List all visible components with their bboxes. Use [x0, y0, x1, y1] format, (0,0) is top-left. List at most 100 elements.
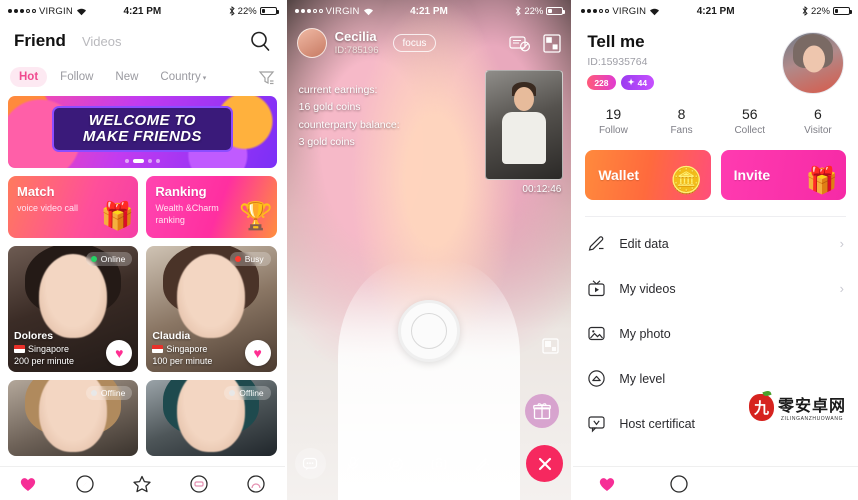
panel-friends: VIRGIN 4:21 PM 22% Friend Videos Hot Fol…: [0, 0, 285, 500]
clock-label: 4:21 PM: [410, 5, 448, 17]
face-shape: [803, 45, 826, 73]
camera-off-icon[interactable]: [380, 448, 412, 479]
search-icon[interactable]: [249, 30, 271, 52]
stat-label: Visitor: [804, 125, 832, 136]
clock-label: 4:21 PM: [696, 5, 735, 17]
user-location: Singapore: [14, 343, 74, 355]
status-badge: Busy: [229, 252, 271, 266]
heart-icon[interactable]: [18, 474, 38, 494]
caller-name: Cecilia: [334, 29, 377, 45]
user-card[interactable]: Offline: [8, 380, 139, 456]
banner-line-2: MAKE FRIENDS: [82, 128, 202, 145]
videos-tab[interactable]: Videos: [82, 34, 122, 49]
beauty-effects-icon[interactable]: [466, 448, 498, 479]
compass-icon[interactable]: [75, 474, 95, 494]
tab-new[interactable]: New: [106, 67, 147, 87]
level-badge-value: 228: [594, 77, 609, 88]
bottom-tab-bar: [0, 466, 285, 500]
status-label: Online: [100, 254, 126, 264]
avatar[interactable]: [296, 28, 327, 58]
status-dot: [90, 256, 97, 262]
profile-identity: Tell me ID:15935764 228 ✦ 44: [587, 32, 655, 94]
stat-value: 19: [605, 106, 622, 122]
country-label: Singapore: [28, 343, 70, 354]
menu-item-my-photo[interactable]: My photo: [587, 311, 844, 356]
gift-icon: 🎁: [805, 165, 838, 195]
compass-icon[interactable]: [669, 474, 689, 494]
watermark-mark: 九: [748, 393, 774, 421]
tab-follow-label: Follow: [60, 71, 94, 83]
self-video-preview[interactable]: [485, 70, 564, 180]
snapshot-icon[interactable]: [542, 338, 559, 354]
clock-label: 4:21 PM: [123, 5, 162, 17]
avatar[interactable]: [781, 32, 844, 94]
stat-value: 6: [814, 106, 822, 122]
stat-fans[interactable]: 8 Fans: [647, 106, 715, 136]
friends-header: Friend Videos: [0, 22, 285, 60]
status-badge: Offline: [224, 386, 271, 400]
battery-icon: [546, 7, 566, 15]
banner-text-box: WELCOME TO MAKE FRIENDS: [52, 106, 233, 152]
status-label: Offline: [239, 388, 264, 398]
certificate-icon: [587, 414, 606, 433]
stat-label: Follow: [598, 125, 628, 136]
user-card[interactable]: Offline: [146, 380, 277, 456]
profile-action-buttons: Wallet 🪙 Invite 🎁: [573, 150, 858, 200]
watermark-cn: 零安卓网: [777, 396, 846, 415]
tab-follow[interactable]: Follow: [51, 67, 102, 87]
level-badge: 228: [587, 75, 616, 90]
user-card[interactable]: Busy Claudia Singapore 100 per minute ♥: [146, 246, 277, 372]
ranking-card[interactable]: Ranking Wealth &Charm ranking 🏆: [146, 176, 277, 238]
menu-item-edit-data[interactable]: Edit data ›: [587, 221, 844, 266]
tab-country-label: Country: [160, 71, 201, 83]
status-dot: [229, 390, 236, 396]
heart-icon[interactable]: [597, 474, 617, 494]
match-card-desc: voice video call: [17, 203, 79, 213]
tab-hot[interactable]: Hot: [10, 67, 48, 87]
face-shape: [39, 254, 108, 339]
filter-icon[interactable]: [258, 69, 275, 86]
message-icon[interactable]: [189, 474, 209, 494]
focus-button[interactable]: focus: [392, 34, 437, 52]
status-bar: VIRGIN 4:21 PM 22%: [287, 0, 572, 22]
balance-value: 3 gold coins: [298, 135, 355, 148]
tab-country[interactable]: Country ▾: [151, 67, 215, 87]
profile-stats: 19 Follow 8 Fans 56 Collect 6 Visitor: [573, 94, 858, 150]
caller-id: ID:785196: [334, 44, 379, 56]
snapshot-camera-icon[interactable]: [423, 448, 455, 479]
ranking-card-title: Ranking: [155, 184, 207, 199]
chevron-right-icon: ›: [839, 236, 844, 251]
match-card[interactable]: Match voice video call 🎁: [8, 176, 139, 238]
heart-icon[interactable]: ♥: [244, 340, 271, 366]
chat-disabled-icon[interactable]: [509, 35, 531, 52]
person-icon[interactable]: [246, 474, 266, 494]
star-icon[interactable]: [132, 474, 152, 494]
minimize-icon[interactable]: [543, 33, 561, 53]
stat-follow[interactable]: 19 Follow: [579, 106, 647, 136]
stat-visitor[interactable]: 6 Visitor: [784, 106, 852, 136]
banner-pagination[interactable]: [8, 159, 277, 163]
user-card[interactable]: Online Dolores Singapore 200 per minute …: [8, 246, 139, 372]
call-controls: [287, 445, 572, 482]
user-card-grid: Online Dolores Singapore 200 per minute …: [0, 238, 285, 456]
coins-icon: 🪙: [670, 165, 703, 195]
stat-value: 56: [741, 106, 758, 122]
user-name: Claudia: [152, 329, 191, 342]
battery-icon: [259, 7, 279, 15]
tab-new-label: New: [115, 71, 139, 83]
three-phone-screenshots: VIRGIN 4:21 PM 22% Friend Videos Hot Fol…: [0, 0, 858, 500]
panel-profile: VIRGIN 4:21 PM 22% Tell me ID:15935764 2…: [573, 0, 858, 500]
menu-item-my-videos[interactable]: My videos ›: [587, 266, 844, 311]
gift-box-icon: 🎁: [100, 201, 135, 231]
mic-off-icon[interactable]: [337, 448, 369, 479]
stat-label: Fans: [670, 125, 693, 136]
end-call-icon[interactable]: [526, 445, 564, 482]
status-badge: Offline: [85, 386, 133, 400]
wallet-button[interactable]: Wallet 🪙: [585, 150, 711, 200]
invite-button[interactable]: Invite 🎁: [720, 150, 846, 200]
invite-button-label: Invite: [733, 167, 771, 183]
welcome-banner[interactable]: WELCOME TO MAKE FRIENDS: [8, 96, 277, 168]
chat-icon[interactable]: [294, 448, 326, 479]
stat-collect[interactable]: 56 Collect: [716, 106, 784, 136]
menu-item-label: Host certificat: [619, 416, 696, 431]
